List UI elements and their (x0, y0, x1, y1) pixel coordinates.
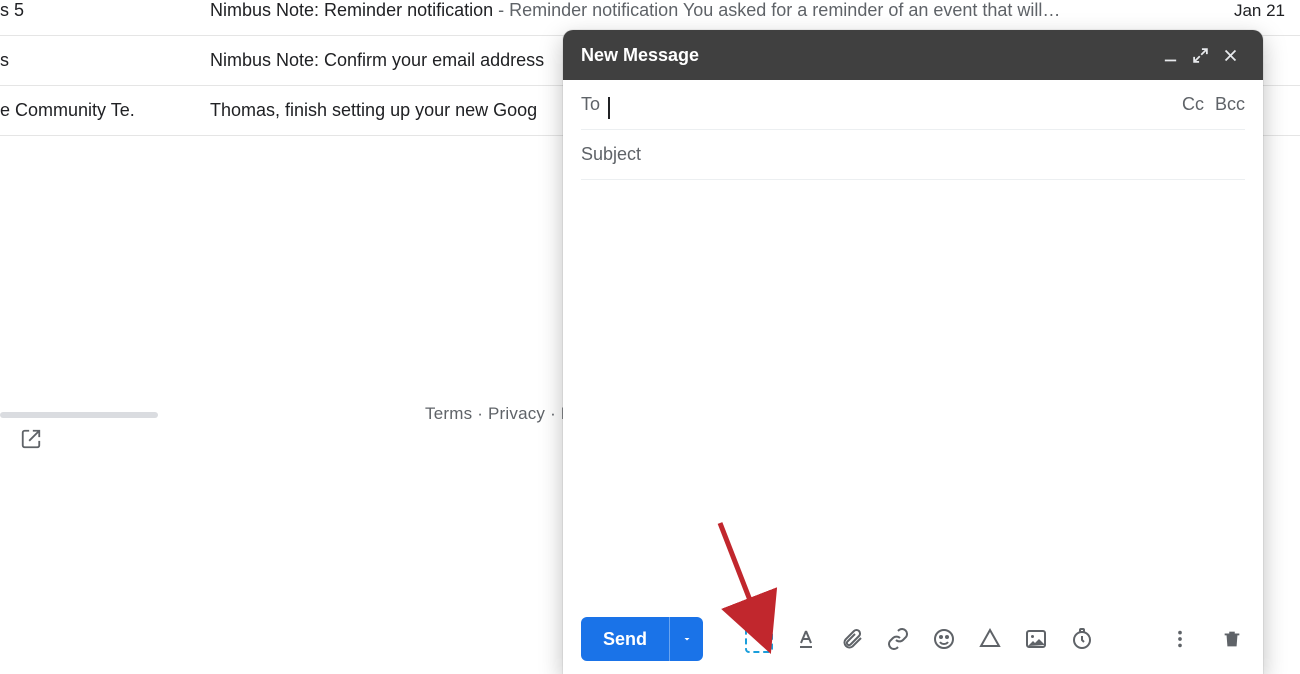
sender: e Community Te. (0, 100, 210, 121)
subject: Nimbus Note: Reminder notification - Rem… (210, 0, 1205, 21)
discard-draft-icon[interactable] (1219, 626, 1245, 652)
storage-bar (0, 412, 158, 418)
to-label: To (581, 94, 600, 115)
subject-text: Thomas, finish setting up your new Goog (210, 100, 537, 120)
compose-window: New Message To Cc Bcc Send (563, 30, 1263, 674)
insert-drive-icon[interactable] (977, 626, 1003, 652)
confidential-mode-icon[interactable] (1069, 626, 1095, 652)
subject-text: Nimbus Note: Reminder notification (210, 0, 493, 20)
compose-title: New Message (581, 45, 699, 66)
insert-emoji-icon[interactable] (931, 626, 957, 652)
sender: s (0, 50, 210, 71)
terms-link[interactable]: Terms (425, 404, 472, 423)
insert-photo-icon[interactable] (1023, 626, 1049, 652)
bcc-link[interactable]: Bcc (1215, 94, 1245, 114)
subject-input[interactable] (581, 144, 1245, 165)
minimize-icon[interactable] (1155, 47, 1185, 64)
more-options-icon[interactable] (1167, 626, 1193, 652)
subject-field-row[interactable] (581, 130, 1245, 180)
text-cursor (608, 97, 610, 119)
close-icon[interactable] (1215, 47, 1245, 64)
preview-text: - Reminder notification You asked for a … (493, 0, 1060, 20)
compose-toolbar: Send (563, 604, 1263, 674)
subject-text: Nimbus Note: Confirm your email address (210, 50, 544, 70)
cc-link[interactable]: Cc (1182, 94, 1204, 114)
email-date: Jan 21 (1205, 1, 1300, 21)
compose-body-area[interactable] (581, 180, 1245, 604)
send-options-dropdown[interactable] (669, 617, 703, 661)
nimbus-capture-icon[interactable] (745, 625, 773, 653)
formatting-icon[interactable] (793, 626, 819, 652)
send-button[interactable]: Send (581, 617, 703, 661)
open-in-new-icon[interactable] (20, 428, 42, 450)
send-button-main[interactable]: Send (581, 617, 669, 661)
attach-file-icon[interactable] (839, 626, 865, 652)
sender: s 5 (0, 0, 210, 21)
compose-header[interactable]: New Message (563, 30, 1263, 80)
footer-links: Terms · Privacy · F (425, 404, 571, 424)
fullscreen-icon[interactable] (1185, 47, 1215, 64)
insert-link-icon[interactable] (885, 626, 911, 652)
to-field[interactable]: To Cc Bcc (581, 80, 1245, 130)
privacy-link[interactable]: Privacy (488, 404, 545, 423)
